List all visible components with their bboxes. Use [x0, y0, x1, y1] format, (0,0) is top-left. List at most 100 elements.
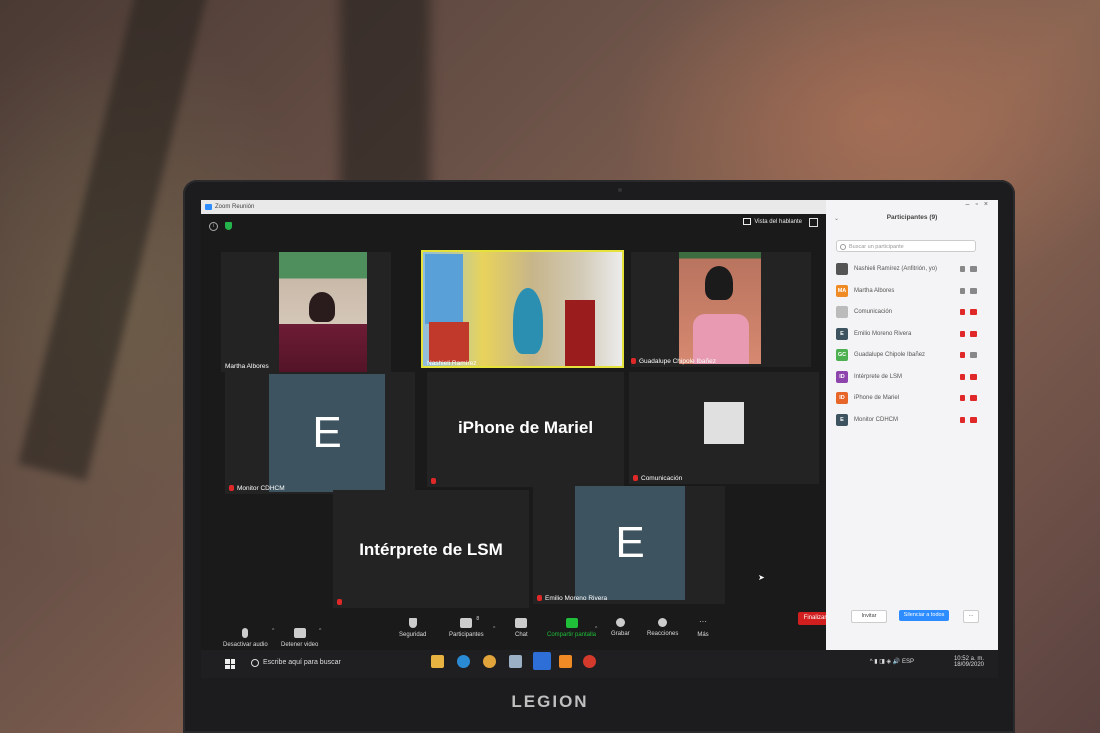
taskbar-search-box[interactable]: Escribe aquí para buscar: [247, 653, 412, 673]
participants-caret-icon[interactable]: ^: [493, 626, 495, 632]
search-placeholder: Buscar un participante: [849, 244, 904, 250]
video-off-icon[interactable]: [970, 309, 977, 315]
video-camera-icon[interactable]: [970, 287, 977, 294]
video-off-icon[interactable]: [970, 330, 977, 337]
participant-figure: [309, 292, 335, 322]
microphone-icon[interactable]: [960, 266, 965, 272]
mute-audio-button[interactable]: Desactivar audio: [223, 628, 268, 648]
participant-figure: [513, 288, 543, 354]
video-off-icon[interactable]: [970, 373, 977, 380]
participant-row[interactable]: ID Intérprete de LSM: [836, 368, 986, 390]
reactions-label: Reacciones: [647, 631, 679, 637]
chat-label: Chat: [515, 632, 528, 638]
reactions-button[interactable]: Reacciones: [647, 618, 678, 637]
video-tile[interactable]: iPhone de Mariel: [427, 372, 624, 487]
share-options-caret-icon[interactable]: ^: [595, 626, 597, 632]
taskbar-search-placeholder: Escribe aquí para buscar: [263, 659, 341, 666]
poster: [425, 254, 463, 324]
share-screen-icon: [565, 618, 578, 628]
participant-row[interactable]: E Monitor CDHCM: [836, 411, 986, 433]
zoom-meeting-window: Zoom Reunión i Vista del hablante Martha…: [201, 200, 826, 656]
video-camera-icon[interactable]: [970, 352, 977, 358]
video-tile[interactable]: Comunicación: [629, 372, 819, 484]
participant-name: Emilio Moreno Rivera: [854, 330, 912, 337]
speaker-view-button[interactable]: Vista del hablante: [743, 218, 802, 225]
audio-options-caret-icon[interactable]: ^: [272, 628, 274, 634]
record-button[interactable]: Grabar: [611, 618, 630, 637]
avatar-placeholder: [704, 402, 744, 444]
flag: [565, 300, 595, 366]
muted-mic-icon[interactable]: [960, 352, 965, 358]
muted-mic-icon[interactable]: [960, 395, 965, 401]
participant-name: Comunicación: [854, 309, 893, 315]
video-camera-icon[interactable]: [970, 266, 977, 272]
file-explorer-icon[interactable]: [431, 655, 444, 668]
video-off-icon[interactable]: [970, 416, 977, 423]
participant-row[interactable]: Comunicación: [836, 303, 986, 325]
app-icon[interactable]: [509, 655, 522, 668]
chrome-browser-icon[interactable]: [483, 655, 496, 668]
tile-name: [337, 599, 345, 606]
tile-name: Emilio Moreno Rivera: [537, 595, 607, 602]
ellipsis-icon: ···: [699, 617, 707, 626]
zoom-app-icon[interactable]: [533, 652, 551, 670]
video-tile[interactable]: Guadalupe Chipole Ibañez: [631, 252, 811, 367]
video-tile-active-speaker[interactable]: Nashieli Ramírez: [421, 250, 626, 370]
edge-browser-icon[interactable]: [457, 655, 470, 668]
participants-count: 8: [476, 616, 480, 622]
participants-button[interactable]: 8 Participantes: [449, 616, 484, 638]
tile-name: Monitor CDHCM: [229, 485, 285, 492]
share-screen-button[interactable]: Compartir pantalla: [547, 618, 596, 638]
mute-audio-label: Desactivar audio: [223, 642, 268, 648]
windows-start-icon[interactable]: [225, 659, 235, 669]
tray-icons[interactable]: ^ ▮ ◨ ◈ 🔊 ESP: [870, 658, 914, 665]
video-off-icon[interactable]: [970, 395, 977, 401]
participant-row[interactable]: Nashieli Ramírez (Anfitrión, yo): [836, 260, 986, 282]
app-icon[interactable]: [583, 655, 596, 668]
encryption-shield-icon[interactable]: [225, 222, 232, 230]
vlc-icon[interactable]: [559, 655, 572, 668]
security-button[interactable]: Seguridad: [399, 618, 426, 638]
participant-name: iPhone de Mariel: [854, 395, 900, 401]
participant-avatar: E: [836, 327, 848, 340]
video-tile[interactable]: E Monitor CDHCM: [225, 372, 415, 494]
video-options-caret-icon[interactable]: ^: [319, 628, 321, 634]
muted-mic-icon[interactable]: [960, 373, 965, 380]
microphone-icon[interactable]: [960, 287, 965, 294]
muted-mic-icon: [431, 478, 436, 485]
participant-search-input[interactable]: Buscar un participante: [836, 240, 976, 252]
zoom-logo-icon: [205, 204, 212, 210]
participants-label: Participantes: [449, 632, 484, 638]
panel-more-button[interactable]: ...: [963, 610, 979, 623]
participant-row[interactable]: ID iPhone de Mariel: [836, 389, 986, 411]
speaker-view-label: Vista del hablante: [754, 219, 802, 226]
chat-button[interactable]: Chat: [515, 618, 528, 638]
video-tile[interactable]: Martha Albores: [221, 252, 391, 372]
video-feed: [279, 252, 367, 372]
record-label: Grabar: [611, 631, 630, 637]
more-button[interactable]: ··· Más: [697, 617, 709, 639]
avatar: E: [269, 374, 385, 492]
participant-row[interactable]: MA Martha Albores: [836, 282, 986, 304]
clock-date[interactable]: 18/09/2020: [954, 662, 984, 668]
participant-name: Monitor CDHCM: [854, 416, 899, 423]
video-tile[interactable]: E Emilio Moreno Rivera: [533, 486, 725, 604]
participant-avatar: GC: [836, 349, 848, 361]
window-controls[interactable]: –▫×: [966, 201, 994, 208]
participant-figure: [705, 266, 733, 300]
fullscreen-icon[interactable]: [809, 218, 818, 227]
muted-mic-icon[interactable]: [960, 330, 965, 337]
info-icon[interactable]: i: [209, 222, 218, 231]
participant-row[interactable]: GC Guadalupe Chipole Ibañez: [836, 346, 986, 368]
participant-row[interactable]: E Emilio Moreno Rivera: [836, 325, 986, 347]
record-icon: [615, 618, 625, 627]
video-feed: [421, 250, 624, 368]
mute-all-button[interactable]: Silenciar a todos: [899, 610, 949, 621]
muted-mic-icon[interactable]: [960, 309, 965, 315]
invite-button[interactable]: Invitar: [851, 610, 887, 623]
muted-mic-icon[interactable]: [960, 416, 965, 423]
laptop-screen: Zoom Reunión i Vista del hablante Martha…: [201, 200, 998, 678]
participants-icon: 8: [460, 616, 479, 628]
video-tile[interactable]: Intérprete de LSM: [333, 490, 529, 608]
stop-video-button[interactable]: Detener video: [281, 628, 318, 648]
